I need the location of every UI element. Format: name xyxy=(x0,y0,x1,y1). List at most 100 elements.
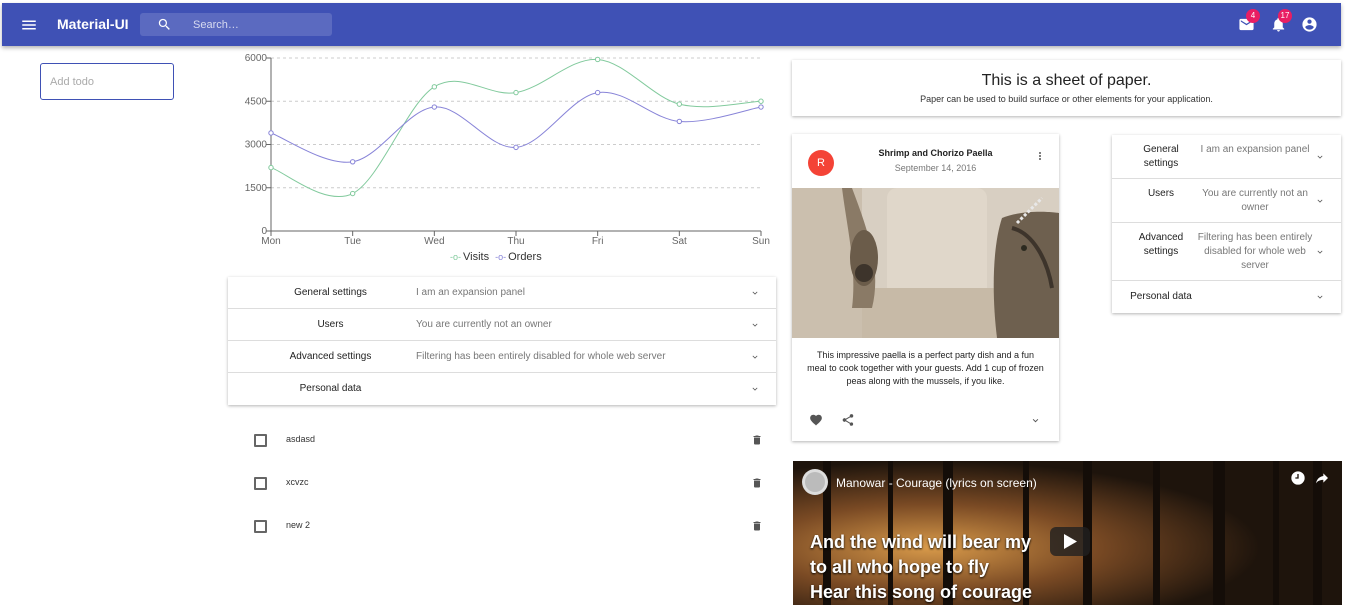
y-tick-label: 6000 xyxy=(245,53,268,64)
panel-heading: Users xyxy=(317,319,344,330)
x-tick-label: Thu xyxy=(507,236,524,247)
cats-on-sofa-image xyxy=(792,188,1059,338)
lyrics-line: And the wind will bear my xyxy=(810,532,1032,552)
card-subheader: September 14, 2016 xyxy=(894,163,977,173)
share-icon[interactable] xyxy=(1314,470,1330,486)
panel-secondary: Filtering has been entirely disabled for… xyxy=(416,351,666,362)
expansion-panel-small: General settings I am an expansion panel… xyxy=(1112,135,1341,313)
chart-legend: -o- Visits -o- Orders xyxy=(450,251,542,263)
x-tick-label: Fri xyxy=(592,236,604,247)
search-box[interactable] xyxy=(140,13,332,36)
notifications-badge: 17 xyxy=(1278,9,1292,23)
chevron-down-icon xyxy=(752,291,758,295)
legend-orders-label: Orders xyxy=(508,251,542,263)
favorite-icon[interactable] xyxy=(809,413,823,427)
x-tick-label: Wed xyxy=(424,236,444,247)
x-tick-label: Sat xyxy=(672,236,687,247)
todo-checkbox[interactable] xyxy=(254,520,267,533)
chevron-down-icon xyxy=(1317,155,1323,159)
paper-sheet: This is a sheet of paper. Paper can be u… xyxy=(792,60,1341,116)
notifications-button[interactable]: 17 xyxy=(1270,9,1292,33)
lyrics-line: Hear this song of courage xyxy=(810,582,1033,602)
legend-visits: -o- Visits xyxy=(450,251,489,263)
mail-badge: 4 xyxy=(1246,9,1260,23)
chevron-down-icon xyxy=(1317,250,1323,254)
panel-heading: Advanced settings xyxy=(289,351,372,362)
panel-heading: Users xyxy=(1147,188,1175,199)
todo-checkbox[interactable] xyxy=(254,477,267,490)
x-tick-label: Sun xyxy=(752,236,770,247)
panel-users[interactable]: Users You are currently not an owner xyxy=(228,309,776,341)
card-title: Shrimp and Chorizo Paella xyxy=(878,148,993,158)
delete-icon[interactable] xyxy=(751,519,763,533)
menu-icon[interactable] xyxy=(20,16,38,34)
lyrics-line: to all who hope to fly xyxy=(810,557,989,577)
panel-heading: Personal data xyxy=(1130,291,1192,302)
expand-more-icon[interactable] xyxy=(1030,415,1041,426)
video-embed[interactable]: Manowar - Courage (lyrics on screen) And… xyxy=(793,461,1342,605)
expansion-panel-wide: General settings I am an expansion panel… xyxy=(228,277,776,405)
panel-advanced-settings[interactable]: Advanced settings Filtering has been ent… xyxy=(1112,223,1341,281)
panel-users[interactable]: Users You are currently not an owner xyxy=(1112,179,1341,223)
panel-advanced-settings[interactable]: Advanced settings Filtering has been ent… xyxy=(228,341,776,373)
chevron-down-icon xyxy=(752,355,758,359)
chevron-down-icon xyxy=(1317,295,1323,299)
paper-body: Paper can be used to build surface or ot… xyxy=(920,94,1213,104)
y-tick-label: 4500 xyxy=(245,96,268,107)
data-point-orders xyxy=(431,104,438,110)
panel-personal-data[interactable]: Personal data xyxy=(1112,281,1341,313)
panel-heading: General settings xyxy=(294,287,367,298)
panel-secondary: You are currently not an owner xyxy=(1202,188,1308,213)
paper-heading: This is a sheet of paper. xyxy=(981,72,1152,89)
todo-item[interactable]: asdasd xyxy=(228,426,776,456)
card-body-text: This impressive paella is a perfect part… xyxy=(807,350,1044,386)
y-tick-label: 1500 xyxy=(245,183,268,194)
app-title: Material-UI xyxy=(57,16,129,32)
chevron-down-icon xyxy=(1317,199,1323,203)
data-point-orders xyxy=(594,89,601,96)
data-point-visits xyxy=(513,89,519,96)
video-title[interactable]: Manowar - Courage (lyrics on screen) xyxy=(836,476,1037,490)
data-point-orders xyxy=(349,159,356,165)
panel-secondary: I am an expansion panel xyxy=(1200,144,1310,155)
todo-text: asdasd xyxy=(286,434,316,444)
line-chart: 0 1500 3000 4500 6000 Mon Tue Wed Thu Fri Sat Sun -… xyxy=(228,48,778,270)
series-line-visits xyxy=(270,58,762,197)
data-point-visits xyxy=(676,101,683,107)
todo-item[interactable]: xcvzc xyxy=(228,469,776,499)
panel-general-settings[interactable]: General settings I am an expansion panel xyxy=(228,277,776,309)
todo-text: new 2 xyxy=(286,520,311,530)
delete-icon[interactable] xyxy=(751,433,763,447)
data-point-visits xyxy=(431,84,438,90)
todo-checkbox[interactable] xyxy=(254,434,267,447)
legend-visits-marker: -o- xyxy=(450,252,461,262)
chart-canvas: 01500300045006000Mon Tue Wed Thu Fri Sat Sun xyxy=(245,53,770,247)
panel-general-settings[interactable]: General settings I am an expansion panel xyxy=(1112,135,1341,179)
data-point-orders xyxy=(268,130,274,136)
data-point-orders xyxy=(676,118,683,125)
app-bar: Material-UI 4 17 xyxy=(2,3,1341,46)
search-input[interactable] xyxy=(193,15,323,34)
todo-text: xcvzc xyxy=(286,477,309,487)
search-icon xyxy=(158,18,170,30)
more-vert-icon[interactable] xyxy=(1034,148,1046,164)
add-todo-input[interactable] xyxy=(40,63,174,100)
panel-secondary: Filtering has been entirely disabled for… xyxy=(1197,232,1313,271)
panel-secondary: I am an expansion panel xyxy=(416,287,525,298)
chevron-down-icon xyxy=(752,323,758,327)
series-line-orders xyxy=(270,91,762,163)
todo-item[interactable]: new 2 xyxy=(228,512,776,542)
delete-icon[interactable] xyxy=(751,476,763,490)
recipe-card: R Shrimp and Chorizo Paella September 14… xyxy=(792,134,1059,441)
legend-orders: -o- Orders xyxy=(495,251,542,263)
panel-heading: Advanced settings xyxy=(1138,232,1184,257)
data-point-orders xyxy=(758,104,764,110)
mail-button[interactable]: 4 xyxy=(1238,9,1260,33)
account-button[interactable] xyxy=(1301,16,1318,33)
share-icon[interactable] xyxy=(841,413,855,427)
data-point-visits xyxy=(349,190,356,197)
clock-icon[interactable] xyxy=(1290,470,1306,486)
chevron-down-icon xyxy=(752,387,758,391)
data-point-orders xyxy=(513,144,519,151)
panel-personal-data[interactable]: Personal data xyxy=(228,373,776,405)
